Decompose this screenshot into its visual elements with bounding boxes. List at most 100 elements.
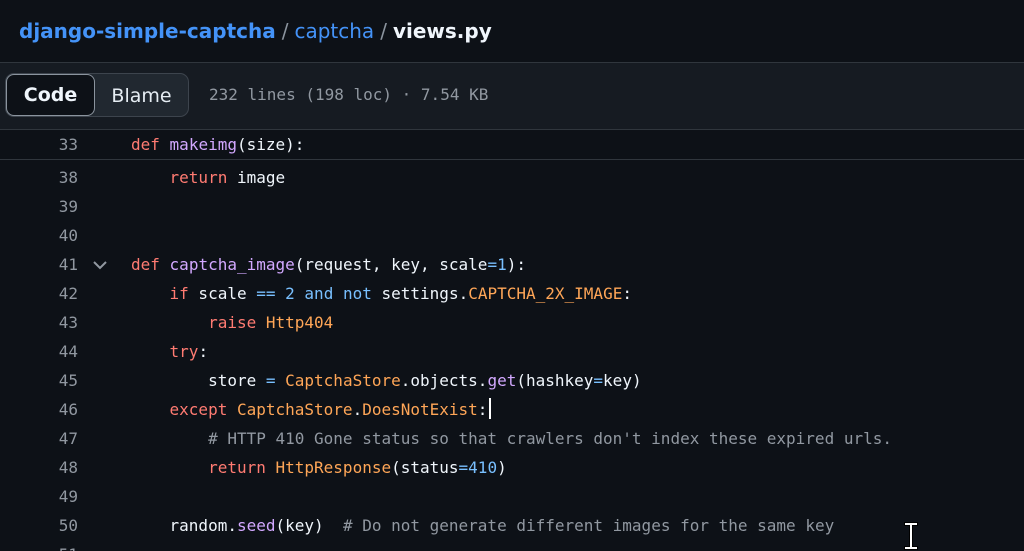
- code-line[interactable]: 46 except CaptchaStore.DoesNotExist:: [0, 395, 1024, 424]
- code-token: random.: [131, 516, 237, 535]
- line-number[interactable]: 39: [0, 192, 78, 221]
- code-text[interactable]: try:: [131, 337, 209, 366]
- line-number[interactable]: 42: [0, 279, 78, 308]
- code-token: =: [458, 458, 469, 477]
- code-text[interactable]: def captcha_image(request, key, scale=1)…: [131, 250, 526, 279]
- code-tab-button[interactable]: Code: [6, 74, 95, 116]
- code-token: key): [603, 371, 642, 390]
- code-token: Http404: [265, 313, 334, 332]
- code-text[interactable]: if scale == 2 and not settings.CAPTCHA_2…: [131, 279, 632, 308]
- code-token: CaptchaStore: [236, 400, 353, 419]
- code-token: image: [227, 168, 286, 187]
- code-token: =: [593, 371, 604, 390]
- code-line[interactable]: 47 # HTTP 410 Gone status so that crawle…: [0, 424, 1024, 453]
- breadcrumb-separator: /: [380, 19, 387, 43]
- code-token: ==: [256, 284, 276, 303]
- code-token: =: [265, 371, 276, 390]
- code-token: raise: [208, 313, 257, 332]
- code-token: CAPTCHA_2X_IMAGE: [468, 284, 623, 303]
- code-token: .: [352, 400, 363, 419]
- code-line[interactable]: 50 random.seed(key) # Do not generate di…: [0, 511, 1024, 540]
- code-token: if: [169, 284, 189, 303]
- code-token: get: [487, 371, 517, 390]
- code-token: except: [169, 400, 228, 419]
- code-text[interactable]: # HTTP 410 Gone status so that crawlers …: [131, 424, 892, 453]
- code-text[interactable]: store = CaptchaStore.objects.get(hashkey…: [131, 366, 642, 395]
- line-number[interactable]: 41: [0, 250, 78, 279]
- code-token: settings.: [371, 284, 469, 303]
- breadcrumb-repo-link[interactable]: django-simple-captcha: [19, 19, 276, 43]
- code-line[interactable]: 48 return HttpResponse(status=410): [0, 453, 1024, 482]
- line-number[interactable]: 38: [0, 163, 78, 192]
- text-cursor-icon: [904, 522, 918, 550]
- line-number[interactable]: 40: [0, 221, 78, 250]
- code-token: try: [169, 342, 199, 361]
- code-token: def: [131, 255, 160, 274]
- breadcrumb-dir-link[interactable]: captcha: [294, 19, 374, 43]
- file-toolbar: Code Blame 232 lines (198 loc) · 7.54 KB: [0, 63, 1024, 130]
- code-token: (status: [391, 458, 459, 477]
- line-number[interactable]: 50: [0, 511, 78, 540]
- code-token: :: [198, 342, 209, 361]
- code-text[interactable]: raise Http404: [131, 308, 333, 337]
- line-number[interactable]: 43: [0, 308, 78, 337]
- code-line[interactable]: 43 raise Http404: [0, 308, 1024, 337]
- line-number[interactable]: 48: [0, 453, 78, 482]
- line-number[interactable]: 51: [0, 540, 78, 551]
- code-line[interactable]: 44 try:: [0, 337, 1024, 366]
- blame-tab-button[interactable]: Blame: [95, 74, 188, 116]
- code-text[interactable]: return image: [131, 163, 286, 192]
- sticky-scope-header[interactable]: 33 def makeimg(size):: [0, 130, 1024, 160]
- line-number[interactable]: 47: [0, 424, 78, 453]
- line-number[interactable]: 49: [0, 482, 78, 511]
- code-line[interactable]: 45 store = CaptchaStore.objects.get(hash…: [0, 366, 1024, 395]
- code-token: return: [208, 458, 266, 477]
- line-number[interactable]: 33: [0, 130, 78, 159]
- code-token: 410: [468, 458, 498, 477]
- code-text[interactable]: def makeimg(size):: [131, 130, 304, 159]
- code-token: def: [131, 135, 160, 154]
- line-number[interactable]: 44: [0, 337, 78, 366]
- code-text[interactable]: random.seed(key) # Do not generate diffe…: [131, 511, 835, 540]
- line-number[interactable]: 45: [0, 366, 78, 395]
- code-text[interactable]: except CaptchaStore.DoesNotExist:: [131, 395, 492, 424]
- file-info: 232 lines (198 loc) · 7.54 KB: [209, 85, 489, 104]
- code-token: scale: [188, 284, 257, 303]
- code-token: :: [477, 400, 488, 419]
- code-line[interactable]: 41 def captcha_image(request, key, scale=…: [0, 250, 1024, 279]
- code-line[interactable]: 40: [0, 221, 1024, 250]
- breadcrumb: django-simple-captcha / captcha / views.py: [19, 18, 492, 44]
- code-token: ): [497, 458, 507, 477]
- code-text[interactable]: return HttpResponse(status=410): [131, 453, 507, 482]
- code-line[interactable]: 42 if scale == 2 and not settings.CAPTCH…: [0, 279, 1024, 308]
- line-number[interactable]: 46: [0, 395, 78, 424]
- code-token: (hashkey: [516, 371, 594, 390]
- code-token: (request, key, scale: [294, 255, 488, 274]
- code-token: store: [131, 371, 266, 390]
- code-token: # HTTP 410 Gone status so that crawlers …: [208, 429, 892, 448]
- code-token: (key): [275, 516, 343, 535]
- chevron-down-icon[interactable]: [92, 258, 108, 272]
- code-token: CaptchaStore: [285, 371, 401, 390]
- code-line[interactable]: 51: [0, 540, 1024, 551]
- code-token: HttpResponse: [275, 458, 392, 477]
- code-line[interactable]: 38 return image: [0, 163, 1024, 192]
- code-token: :: [622, 284, 632, 303]
- code-line[interactable]: 39: [0, 192, 1024, 221]
- code-token: seed: [236, 516, 276, 535]
- text-caret: [489, 398, 492, 419]
- code-token: 2: [285, 284, 295, 303]
- code-line[interactable]: 49: [0, 482, 1024, 511]
- code-token: not: [342, 284, 372, 303]
- view-mode-toggle: Code Blame: [5, 73, 189, 117]
